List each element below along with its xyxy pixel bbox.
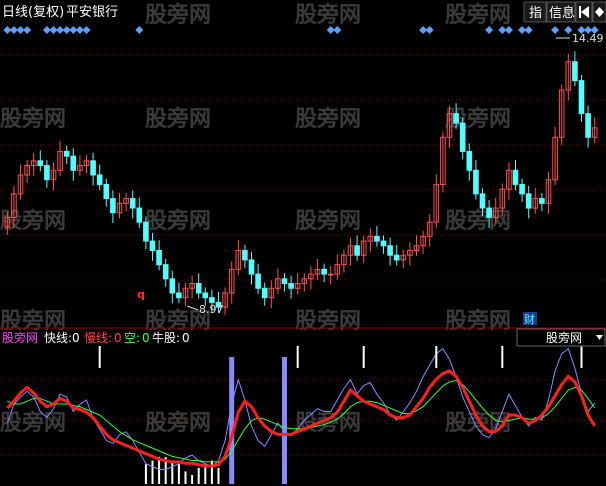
empty-label: 空:: [124, 331, 140, 345]
watermark-text: 股旁网: [445, 208, 511, 234]
candle-body: [149, 240, 156, 251]
candle-body: [321, 268, 327, 275]
candle-body: [585, 113, 591, 138]
stock-chart[interactable]: 股旁网 股旁网 股旁网股旁网 股旁网 股旁网 股旁网股旁网 股旁网 股旁网 股旁网股旁网 股旁网股…: [0, 0, 606, 486]
stock-name: 平安银行: [66, 5, 118, 20]
watermark-text: 股旁网: [0, 410, 66, 436]
candle-body: [393, 254, 400, 261]
svg-text:财: 财: [524, 312, 535, 326]
candle-body: [453, 113, 459, 124]
svg-text:信息: 信息: [549, 5, 575, 21]
candle-body: [136, 207, 143, 223]
watermark-text: 股旁网: [0, 106, 66, 132]
candle-body: [512, 169, 519, 185]
watermark-text: 股旁网: [295, 2, 361, 28]
candle-body: [327, 273, 334, 276]
watermark-text: 股旁网: [145, 2, 211, 28]
candle-body: [354, 245, 360, 256]
candle-body: [479, 193, 486, 209]
candle-body: [195, 283, 202, 294]
svg-text:指: 指: [529, 6, 542, 21]
candle-body: [255, 273, 261, 289]
candle-body: [209, 297, 215, 303]
candle-body: [63, 150, 70, 157]
period-label[interactable]: 日线(复权): [2, 4, 64, 20]
slow-line-value: 0: [114, 331, 122, 345]
fast-line-value: 0: [72, 331, 80, 345]
candle-body: [156, 250, 162, 266]
skip-left-icon[interactable]: [575, 1, 593, 23]
candle-body: [486, 207, 492, 218]
high-price-label: 14.49: [572, 32, 604, 45]
candlestick-series: [4, 51, 598, 316]
candle-body: [37, 160, 44, 167]
fast-line-label: 快线:: [44, 331, 72, 345]
watermark-text: 股旁网: [145, 208, 211, 234]
candle-body: [202, 292, 209, 299]
empty-value: 0: [142, 331, 150, 345]
candle-body: [288, 283, 294, 289]
candle-body: [380, 240, 387, 247]
candle-body: [90, 160, 96, 176]
indicator-bar-blue: [229, 357, 235, 484]
indicator-name: 股旁网: [2, 330, 38, 345]
candle-body: [96, 174, 103, 185]
candle-body: [103, 183, 110, 200]
candle-body: [110, 198, 116, 214]
signal-diamond: [524, 26, 533, 34]
candle-body: [281, 278, 288, 285]
indicator-bar-blue: [282, 357, 287, 484]
signal-diamond: [82, 26, 91, 34]
candle-body: [129, 198, 136, 209]
watermark-text: 股旁网: [445, 308, 511, 334]
candle-body: [44, 165, 50, 181]
candle-body: [374, 235, 380, 242]
candle-body: [169, 278, 176, 294]
candle-body: [572, 61, 578, 82]
candle-body: [70, 155, 77, 171]
candle-body: [176, 292, 182, 299]
candle-body: [248, 259, 255, 275]
candle-body: [459, 122, 466, 152]
bull-label: 牛股:: [152, 330, 180, 345]
svg-text:股旁网: 股旁网: [546, 330, 582, 345]
signal-diamond: [135, 26, 144, 34]
signal-diamond: [551, 26, 560, 34]
slow-line-label: 慢线:: [84, 331, 112, 345]
bull-value: 0: [182, 331, 190, 345]
candle-body: [162, 264, 169, 280]
candle-body: [143, 221, 149, 242]
indicator-selector[interactable]: 股旁网: [516, 328, 606, 347]
watermark-text: 股旁网: [295, 106, 361, 132]
candle-body: [261, 287, 268, 299]
watermark-text: 股旁网: [295, 308, 361, 334]
candle-body: [578, 80, 585, 115]
cai-marker[interactable]: 财: [523, 312, 537, 326]
low-price-label: 8.97: [199, 303, 224, 316]
signal-diamond: [425, 26, 434, 34]
candle-body: [242, 250, 248, 261]
signal-diamond: [23, 26, 32, 34]
candle-body: [525, 193, 532, 209]
watermark-text: 股旁网: [145, 410, 211, 436]
index-button[interactable]: 指: [523, 1, 547, 23]
candle-body: [519, 183, 525, 195]
diamond-zoom-icon[interactable]: [592, 1, 606, 23]
watermark-text: 股旁网: [145, 106, 211, 132]
raw-oscillator-line: [6, 347, 596, 471]
q-marker: q: [137, 288, 145, 301]
info-button[interactable]: 信息: [546, 1, 576, 23]
candle-body: [473, 169, 479, 195]
candle-body: [539, 198, 545, 204]
candle-body: [466, 150, 473, 171]
candle-body: [387, 245, 393, 256]
watermark-text: 股旁网: [295, 208, 361, 234]
watermark-text: 股旁网: [445, 2, 511, 28]
